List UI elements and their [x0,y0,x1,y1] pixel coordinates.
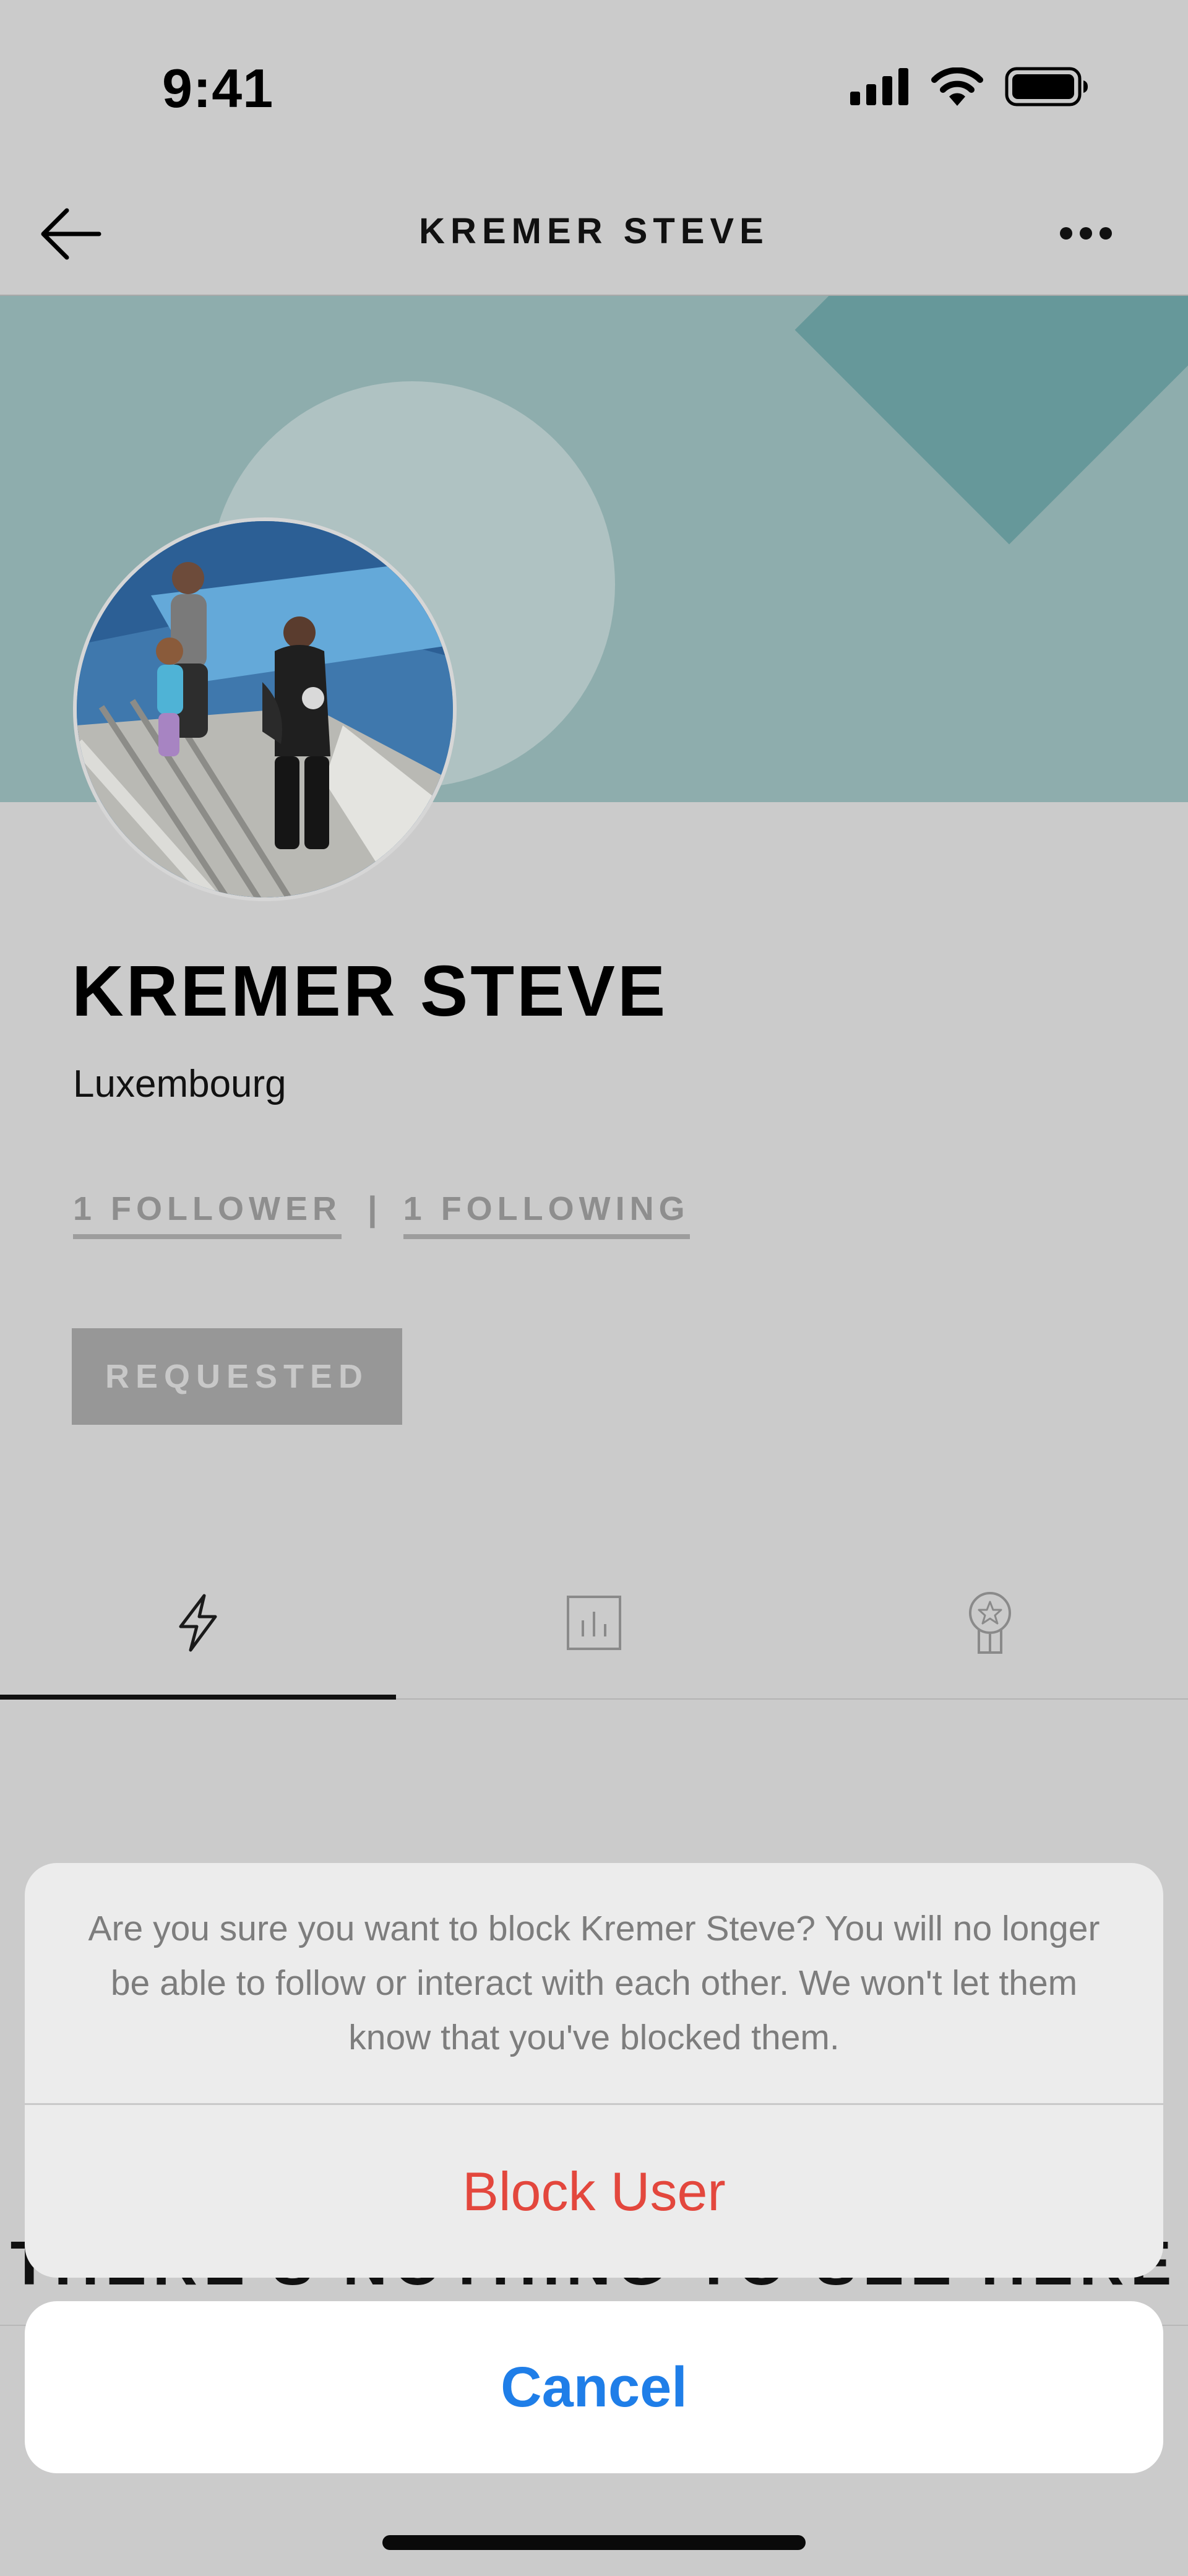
banner-diamond-shape [794,296,1188,545]
status-time: 9:41 [162,58,274,119]
requested-button[interactable]: REQUESTED [72,1328,402,1425]
tab-activity[interactable] [0,1547,396,1700]
followers-link[interactable]: 1 FOLLOWER [73,1190,342,1239]
bar-chart-icon [567,1596,621,1650]
award-badge-icon [969,1592,1011,1654]
follow-stats: 1 FOLLOWER | 1 FOLLOWING [73,1188,690,1240]
nav-title: KREMER STEVE [419,211,769,251]
avatar-photo [77,521,453,897]
lightning-bolt-icon [179,1594,217,1652]
cellular-signal-icon [850,68,908,105]
action-sheet-message: Are you sure you want to block Kremer St… [88,1909,1100,2057]
avatar[interactable] [73,517,457,901]
status-icons [850,67,1089,106]
block-user-button[interactable]: Block User [25,2105,1163,2278]
profile-screen: 9:41 KREMER STEVE KREMER STEVE Luxembour… [0,0,1188,2576]
nav-bar: KREMER STEVE [0,173,1188,296]
active-tab-indicator [0,1695,396,1700]
profile-tabs [0,1547,1188,1700]
tab-achievements[interactable] [792,1547,1188,1698]
tab-stats[interactable] [396,1547,792,1698]
more-options-button[interactable] [1046,212,1126,255]
cancel-button[interactable]: Cancel [25,2301,1163,2473]
stats-separator: | [367,1189,377,1228]
battery-icon [1005,67,1088,106]
following-link[interactable]: 1 FOLLOWING [403,1190,690,1239]
ellipsis-icon [1060,227,1112,240]
home-indicator[interactable] [382,2535,806,2550]
block-action-sheet: Are you sure you want to block Kremer St… [25,1863,1163,2278]
profile-location: Luxembourg [73,1063,286,1105]
status-bar: 9:41 [0,0,1188,173]
wifi-icon [931,67,983,106]
profile-name: KREMER STEVE [72,951,668,1031]
